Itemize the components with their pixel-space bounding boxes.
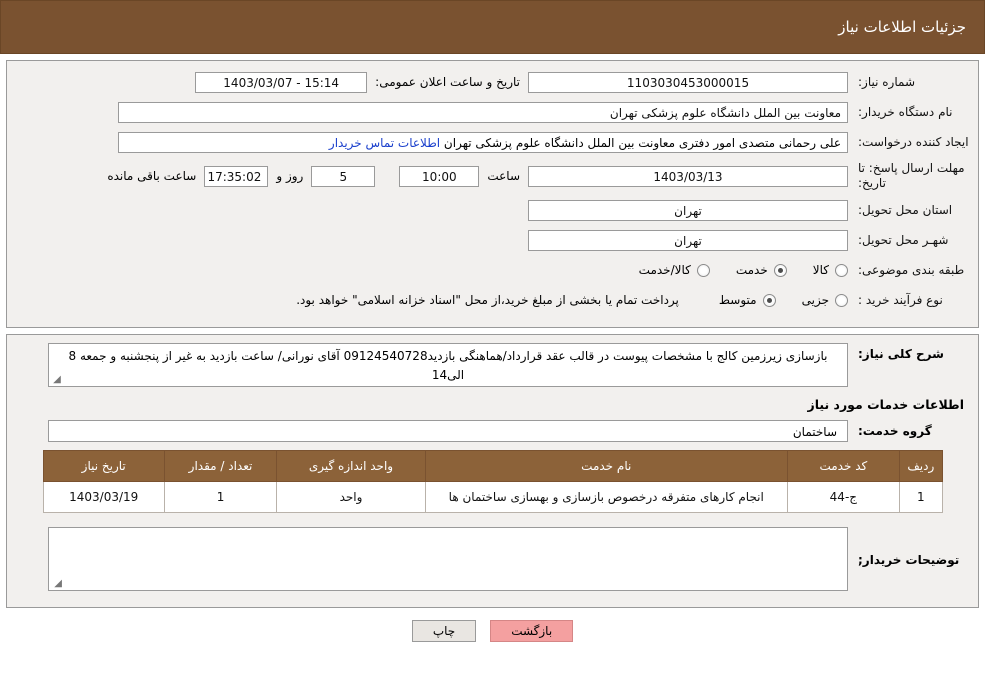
cell-count: 1 [163, 481, 278, 513]
row-buyer-org: نام دستگاه خریدار: معاونت بین الملل دانش… [15, 101, 970, 123]
remaining-days-label: روز و [276, 169, 304, 183]
services-table: ردیف کد خدمت نام خدمت واحد اندازه گیری ت… [42, 450, 943, 513]
row-service-group: گروه خدمت: ساختمان [15, 420, 970, 442]
category-option-label: خدمت [735, 263, 768, 277]
deadline-date-value: 1403/03/13 [528, 165, 848, 187]
buyer-org-label: نام دستگاه خریدار: [858, 104, 953, 119]
remaining-days-value: 5 [311, 165, 376, 187]
table-header-row: ردیف کد خدمت نام خدمت واحد اندازه گیری ت… [42, 450, 943, 482]
category-option-kala[interactable]: کالا [813, 263, 848, 277]
cell-radif: 1 [899, 481, 943, 513]
cell-unit: واحد [276, 481, 426, 513]
purchase-type-option-label: جزیی [801, 293, 829, 307]
row-city: شهـر محل تحویل: تهران [15, 229, 970, 251]
need-number-value: 1103030453000015 [528, 71, 848, 93]
radio-icon[interactable] [696, 263, 710, 277]
city-value: تهران [528, 229, 848, 251]
radio-icon[interactable] [835, 293, 848, 307]
row-province: استان محل تحویل: تهران [15, 199, 970, 221]
city-label: شهـر محل تحویل: [858, 232, 949, 247]
buyer-contact-link[interactable]: اطلاعات تماس خریدار [329, 136, 440, 150]
purchase-type-label: نوع فرآیند خرید : [858, 292, 943, 307]
row-purchase-type: نوع فرآیند خرید : جزیی متوسط پرداخت تمام… [15, 289, 970, 311]
purchase-note: پرداخت تمام یا بخشی از مبلغ خرید،از محل … [296, 293, 679, 307]
table-row: 1 ج-44 انجام کارهای متفرقه درخصوص بازساز… [42, 481, 943, 513]
row-need-number: شماره نیاز: 1103030453000015 تاریخ و ساع… [15, 71, 970, 93]
buyer-org-value: معاونت بین الملل دانشگاه علوم پزشکی تهرا… [118, 101, 848, 123]
resize-grip-icon[interactable]: ◢ [52, 375, 62, 385]
row-buyer-notes: توضیحات خریدار; ◢ [15, 527, 970, 591]
purchase-type-radio-group: جزیی متوسط [693, 293, 848, 307]
cell-date: 1403/03/19 [42, 481, 165, 513]
buyer-notes-textarea[interactable]: ◢ [48, 527, 848, 591]
deadline-time-label: ساعت [487, 169, 520, 183]
description-textarea[interactable]: بازسازی زیرزمین کالج با مشخصات پیوست در … [48, 343, 848, 387]
need-number-label: شماره نیاز: [858, 74, 915, 89]
category-option-khedmat[interactable]: خدمت [736, 263, 787, 277]
row-deadline: مهلت ارسال پاسخ: تا تاریخ: 1403/03/13 سا… [15, 161, 970, 191]
col-header-name: نام خدمت [424, 450, 788, 482]
radio-icon[interactable] [835, 263, 848, 277]
announce-datetime-label: تاریخ و ساعت اعلان عمومی: [375, 75, 520, 89]
back-button[interactable]: بازگشت [490, 620, 574, 642]
radio-icon[interactable] [762, 293, 776, 307]
requester-value: علی رحمانی متصدی امور دفتری معاونت بین ا… [443, 135, 841, 150]
services-section-title: اطلاعات خدمات مورد نیاز [807, 397, 965, 412]
col-header-radif: ردیف [899, 450, 943, 482]
cell-name: انجام کارهای متفرقه درخصوص بازسازی و بهس… [424, 481, 788, 513]
category-radio-group: کالا خدمت کالا/خدمت [613, 263, 848, 277]
row-category: طبقه بندی موضوعی: کالا خدمت کالا/خدمت [15, 259, 970, 281]
col-header-unit: واحد اندازه گیری [276, 450, 426, 482]
purchase-type-option-label: متوسط [718, 293, 757, 307]
requester-value-container: علی رحمانی متصدی امور دفتری معاونت بین ا… [118, 131, 848, 153]
purchase-type-option-motavaset[interactable]: متوسط [719, 293, 776, 307]
countdown-value: 17:35:02 [204, 165, 269, 187]
row-description: شرح کلی نیاز: بازسازی زیرزمین کالج با مش… [15, 343, 970, 387]
category-option-label: کالا [812, 263, 829, 277]
remaining-hours-label: ساعت باقی مانده [107, 169, 197, 183]
page-header: جزئیات اطلاعات نیاز [0, 0, 985, 54]
resize-grip-icon[interactable]: ◢ [52, 579, 62, 589]
col-header-count: تعداد / مقدار [163, 450, 278, 482]
page-root: AnaTender.net جزئیات اطلاعات نیاز شماره … [0, 0, 985, 691]
description-label: شرح کلی نیاز: [858, 347, 944, 361]
category-option-kala-khedmat[interactable]: کالا/خدمت [639, 263, 710, 277]
need-details-panel: شرح کلی نیاز: بازسازی زیرزمین کالج با مش… [6, 334, 979, 608]
deadline-label: مهلت ارسال پاسخ: تا تاریخ: [858, 161, 965, 190]
page-title: جزئیات اطلاعات نیاز [838, 18, 966, 36]
cell-code: ج-44 [786, 481, 901, 513]
buyer-notes-label: توضیحات خریدار; [858, 553, 960, 567]
description-value: بازسازی زیرزمین کالج با مشخصات پیوست در … [68, 349, 828, 382]
announce-datetime-value: 15:14 - 1403/03/07 [195, 71, 368, 93]
category-label: طبقه بندی موضوعی: [858, 262, 965, 277]
province-label: استان محل تحویل: [858, 202, 953, 217]
footer-actions: بازگشت چاپ [0, 620, 985, 642]
deadline-time-value: 10:00 [399, 165, 480, 187]
service-group-label: گروه خدمت: [858, 424, 932, 438]
category-option-label: کالا/خدمت [638, 263, 691, 277]
col-header-code: کد خدمت [786, 450, 901, 482]
need-summary-panel: شماره نیاز: 1103030453000015 تاریخ و ساع… [6, 60, 979, 328]
service-group-value: ساختمان [48, 420, 848, 442]
requester-label: ایجاد کننده درخواست: [858, 134, 969, 149]
print-button[interactable]: چاپ [411, 620, 477, 642]
purchase-type-option-jozi[interactable]: جزیی [802, 293, 848, 307]
radio-icon[interactable] [773, 263, 787, 277]
col-header-date: تاریخ نیاز [42, 450, 165, 482]
row-requester: ایجاد کننده درخواست: علی رحمانی متصدی ام… [15, 131, 970, 153]
province-value: تهران [528, 199, 848, 221]
